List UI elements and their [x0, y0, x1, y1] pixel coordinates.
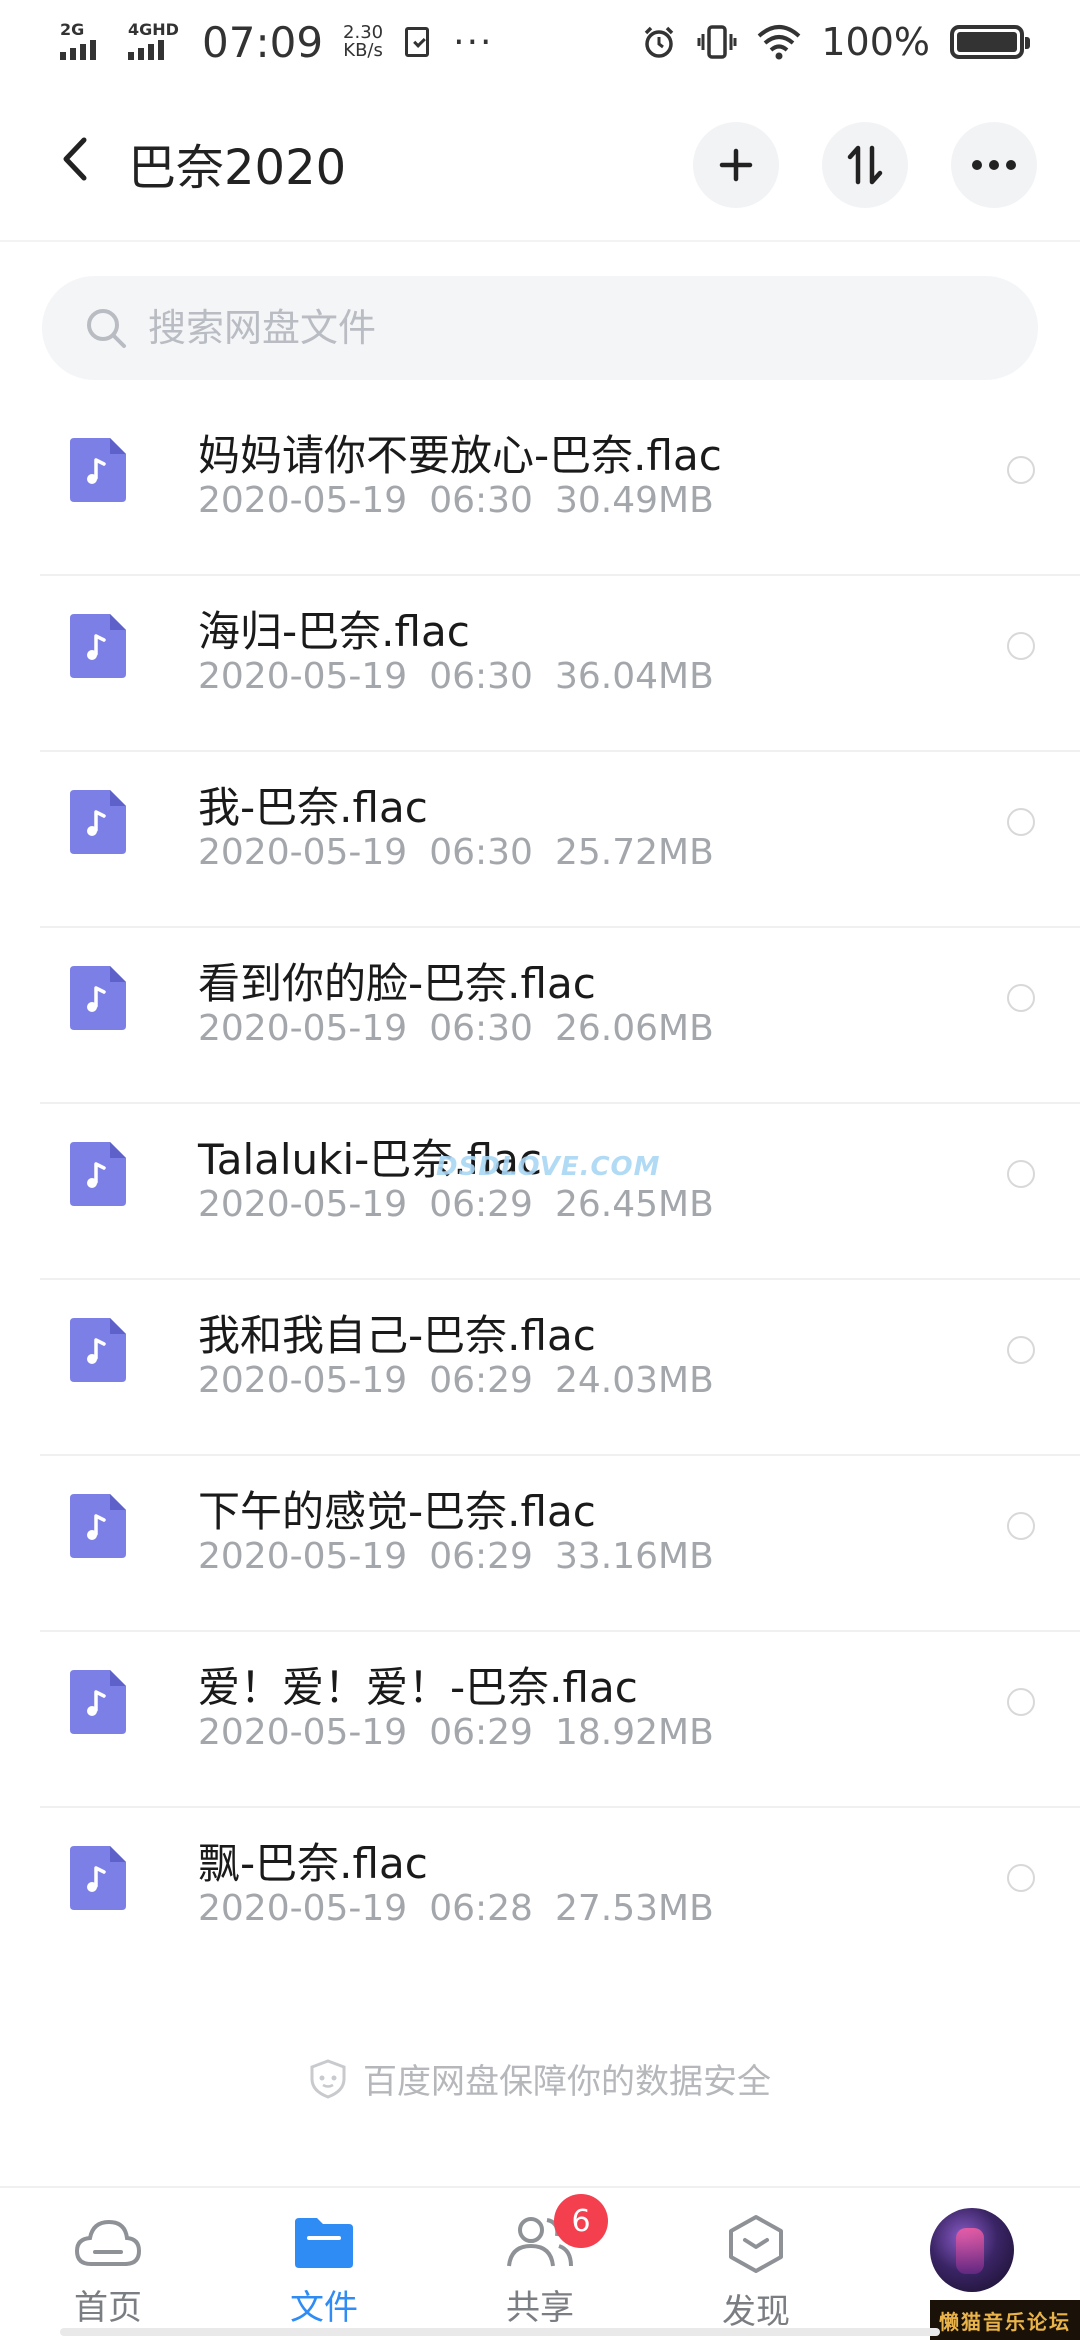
signal-icon-sim2: 4GHD: [128, 20, 182, 64]
file-meta: 2020-05-19 06:28 27.53MB: [198, 1888, 714, 1929]
select-checkbox[interactable]: [1007, 632, 1035, 660]
security-note: 百度网盘保障你的数据安全: [0, 2054, 1080, 2103]
list-item[interactable]: Talaluki-巴奈.flac 2020-05-19 06:29 26.45MB: [0, 1104, 1080, 1280]
home-indicator[interactable]: [60, 2328, 940, 2336]
file-name: 下午的感觉-巴奈.flac: [198, 1487, 596, 1536]
signal-icon-sim1: 2G: [60, 20, 114, 64]
status-bar: 2G 4GHD 07:09 2.30 KB/s ··· 100%: [0, 0, 1080, 84]
clipboard-check-icon: [405, 27, 430, 57]
wifi-icon: [758, 25, 801, 60]
battery-icon: [950, 25, 1030, 59]
file-meta: 2020-05-19 06:30 25.72MB: [198, 832, 714, 873]
file-meta: 2020-05-19 06:29 26.45MB: [198, 1184, 714, 1225]
notification-badge: 6: [554, 2194, 608, 2248]
select-checkbox[interactable]: [1007, 1688, 1035, 1716]
vibrate-icon: [697, 25, 737, 59]
clock: 07:09: [202, 17, 324, 67]
alarm-icon: [645, 26, 674, 58]
select-checkbox[interactable]: [1007, 808, 1035, 836]
file-name: 我和我自己-巴奈.flac: [198, 1311, 596, 1360]
list-item[interactable]: 我和我自己-巴奈.flac 2020-05-19 06:29 24.03MB: [0, 1280, 1080, 1456]
add-button[interactable]: [693, 122, 779, 208]
file-meta: 2020-05-19 06:29 24.03MB: [198, 1360, 714, 1401]
file-meta: 2020-05-19 06:30 36.04MB: [198, 656, 714, 697]
nav-share[interactable]: 共享 6: [470, 2194, 610, 2329]
forum-watermark: 懒猫音乐论坛: [930, 2300, 1080, 2340]
nav-home[interactable]: 首页: [38, 2214, 178, 2329]
back-button[interactable]: [40, 124, 110, 194]
music-file-icon: [70, 1670, 126, 1734]
back-icon: [63, 137, 87, 181]
list-item[interactable]: 妈妈请你不要放心-巴奈.flac 2020-05-19 06:30 30.49MB: [0, 400, 1080, 576]
music-file-icon: [70, 966, 126, 1030]
more-button[interactable]: [951, 122, 1037, 208]
file-name: 海归-巴奈.flac: [198, 607, 470, 656]
list-item[interactable]: 爱！爱！爱！-巴奈.flac 2020-05-19 06:29 18.92MB: [0, 1632, 1080, 1808]
file-meta: 2020-05-19 06:29 33.16MB: [198, 1536, 714, 1577]
select-checkbox[interactable]: [1007, 1864, 1035, 1892]
select-checkbox[interactable]: [1007, 984, 1035, 1012]
search-icon: [87, 309, 126, 348]
file-meta: 2020-05-19 06:30 30.49MB: [198, 480, 714, 521]
list-item[interactable]: 我-巴奈.flac 2020-05-19 06:30 25.72MB: [0, 752, 1080, 928]
header-divider: [0, 240, 1080, 242]
page-title: 巴奈2020: [128, 140, 347, 196]
select-checkbox[interactable]: [1007, 456, 1035, 484]
search-input[interactable]: [148, 306, 968, 350]
list-item[interactable]: 看到你的脸-巴奈.flac 2020-05-19 06:30 26.06MB: [0, 928, 1080, 1104]
discover-icon: [729, 2215, 783, 2273]
music-file-icon: [70, 1318, 126, 1382]
more-icon: [972, 160, 1016, 170]
nav-files[interactable]: 文件: [254, 2214, 394, 2329]
sort-button[interactable]: [822, 122, 908, 208]
music-file-icon: [70, 1494, 126, 1558]
more-notifications-icon: ···: [453, 21, 494, 63]
shield-icon: [310, 2058, 346, 2099]
file-name: 妈妈请你不要放心-巴奈.flac: [198, 431, 722, 480]
header: 巴奈2020: [0, 100, 1080, 230]
music-file-icon: [70, 1142, 126, 1206]
file-meta: 2020-05-19 06:29 18.92MB: [198, 1712, 714, 1753]
list-item[interactable]: 下午的感觉-巴奈.flac 2020-05-19 06:29 33.16MB: [0, 1456, 1080, 1632]
watermark: DSDLOVE.COM: [436, 1152, 661, 1182]
list-item[interactable]: 飘-巴奈.flac 2020-05-19 06:28 27.53MB: [0, 1808, 1080, 1984]
sort-icon: [847, 145, 883, 185]
select-checkbox[interactable]: [1007, 1336, 1035, 1364]
add-icon: [719, 148, 753, 182]
music-file-icon: [70, 438, 126, 502]
search-bar[interactable]: [42, 276, 1038, 380]
file-meta: 2020-05-19 06:30 26.06MB: [198, 1008, 714, 1049]
nav-discover[interactable]: 发现: [686, 2214, 826, 2333]
file-name: 看到你的脸-巴奈.flac: [198, 959, 596, 1008]
avatar[interactable]: [930, 2208, 1014, 2292]
music-file-icon: [70, 1846, 126, 1910]
list-item[interactable]: 海归-巴奈.flac 2020-05-19 06:30 36.04MB: [0, 576, 1080, 752]
file-list: 妈妈请你不要放心-巴奈.flac 2020-05-19 06:30 30.49MB …: [0, 400, 1080, 1984]
cloud-icon: [74, 2219, 142, 2266]
security-note-text: 百度网盘保障你的数据安全: [363, 2062, 771, 2102]
file-name: 爱！爱！爱！-巴奈.flac: [198, 1663, 638, 1712]
file-name: 飘-巴奈.flac: [198, 1839, 428, 1888]
bottom-nav: 首页 文件 共享 6 发现: [0, 2186, 1080, 2340]
battery-percent: 100%: [821, 20, 930, 64]
folder-icon: [295, 2218, 353, 2268]
music-file-icon: [70, 614, 126, 678]
network-speed: 2.30 KB/s: [343, 22, 384, 61]
select-checkbox[interactable]: [1007, 1512, 1035, 1540]
file-name: 我-巴奈.flac: [198, 783, 428, 832]
select-checkbox[interactable]: [1007, 1160, 1035, 1188]
music-file-icon: [70, 790, 126, 854]
